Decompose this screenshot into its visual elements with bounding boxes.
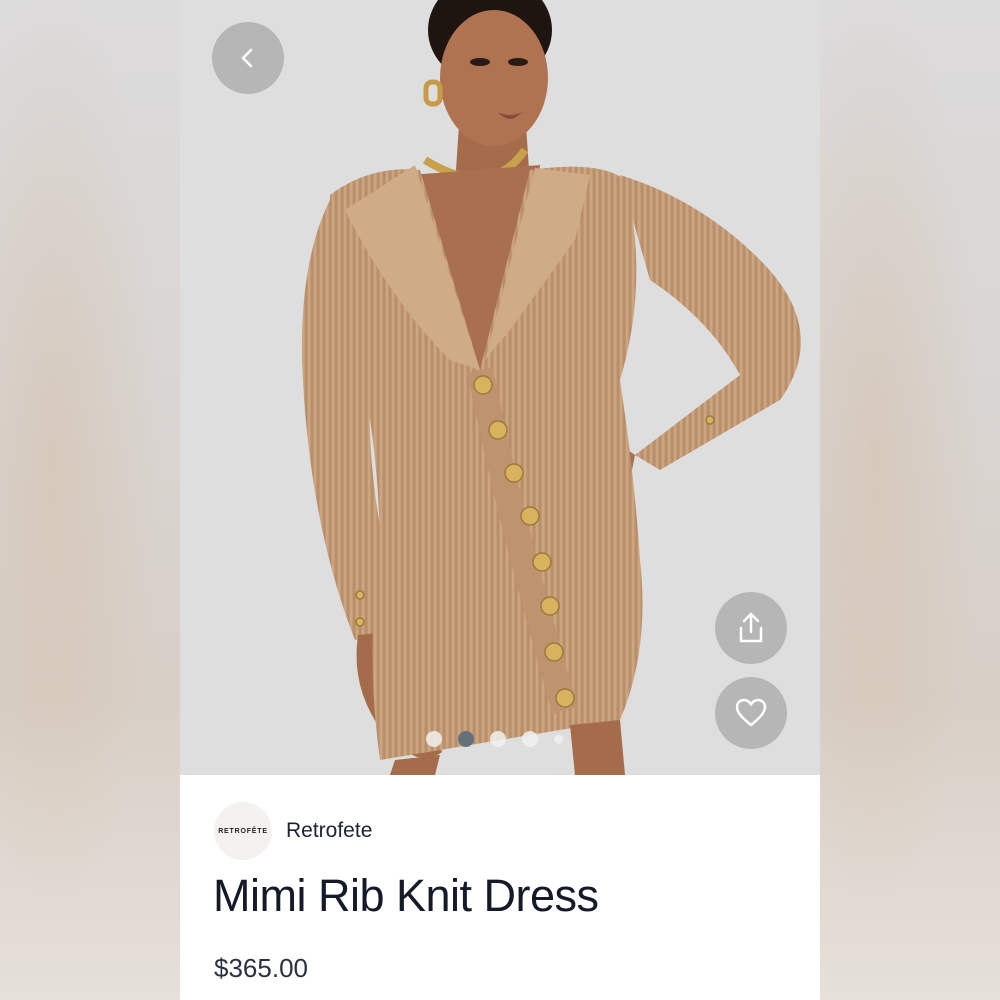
carousel-dot[interactable] <box>490 731 506 747</box>
product-image-carousel[interactable] <box>180 0 820 775</box>
carousel-dot[interactable] <box>554 734 563 744</box>
brand-name[interactable]: Retrofete <box>286 819 372 843</box>
heart-icon <box>735 698 767 727</box>
brand-logo[interactable]: RETROFÊTE <box>214 802 272 860</box>
share-button[interactable] <box>715 592 787 664</box>
right-blur-backdrop <box>820 0 1000 1000</box>
carousel-dot[interactable] <box>426 731 442 747</box>
back-button[interactable] <box>212 22 284 94</box>
chevron-left-icon <box>241 48 253 68</box>
left-blur-backdrop <box>0 0 180 1000</box>
favorite-button[interactable] <box>715 677 787 749</box>
product-screen: RETROFÊTE Retrofete Mimi Rib Knit Dress … <box>180 0 820 1000</box>
carousel-dot-active[interactable] <box>458 731 474 747</box>
product-title: Mimi Rib Knit Dress <box>213 870 599 921</box>
product-photo <box>180 0 820 775</box>
product-price: $365.00 <box>214 953 308 983</box>
carousel-dot[interactable] <box>522 731 538 747</box>
share-icon <box>739 612 763 643</box>
product-info: RETROFÊTE Retrofete Mimi Rib Knit Dress … <box>180 775 820 1000</box>
brand-logo-text: RETROFÊTE <box>218 827 268 835</box>
brand-row[interactable]: RETROFÊTE Retrofete <box>214 802 372 860</box>
carousel-pagination <box>426 731 563 747</box>
